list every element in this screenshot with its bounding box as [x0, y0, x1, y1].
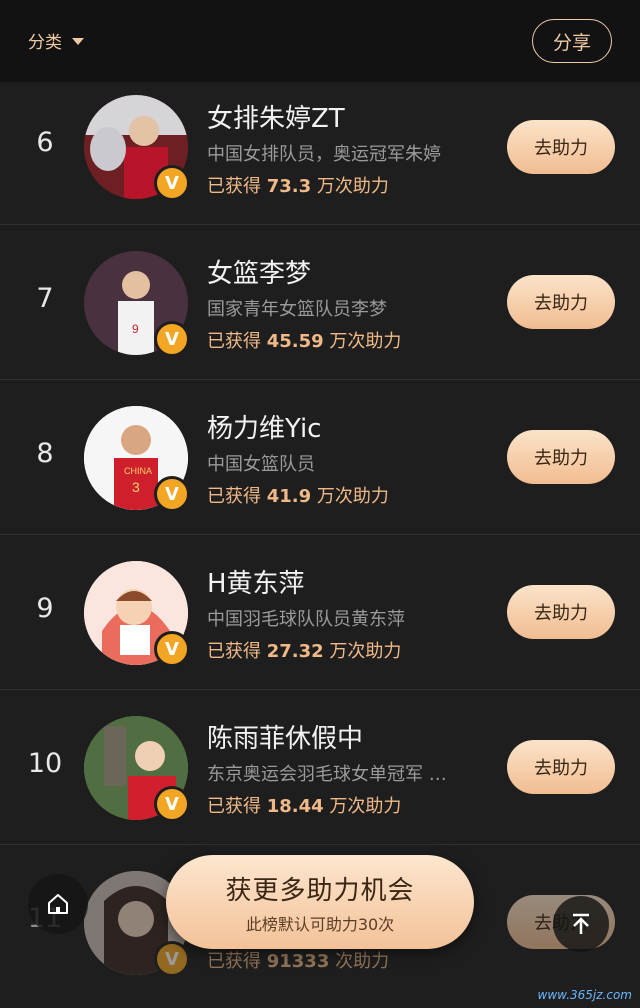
- user-description: 国家青年女篮队员李梦: [207, 299, 387, 320]
- arrow-up-icon: [573, 913, 589, 934]
- verified-v-icon: V: [154, 941, 190, 977]
- vote-count: 已获得 91333 次助力: [207, 951, 390, 972]
- svg-text:3: 3: [132, 479, 140, 495]
- category-dropdown[interactable]: 分类: [28, 28, 84, 53]
- svg-text:CHINA: CHINA: [124, 466, 152, 476]
- list-item: 6 V 女排朱婷ZT 中国女排队员，奥运冠军朱婷 已获得 73.3 万次助力 去…: [0, 82, 640, 225]
- help-button[interactable]: 去助力: [507, 585, 615, 639]
- get-more-help-title: 获更多助力机会: [225, 875, 415, 906]
- user-description: 东京奥运会羽毛球女单冠军 …: [207, 764, 447, 785]
- rank-number: 6: [36, 127, 54, 158]
- user-description: 中国女篮队员: [207, 454, 315, 475]
- list-item: 8 CHINA 3 V 杨力维Yic 中国女篮队员 已获得 41.9 万次助力 …: [0, 380, 640, 535]
- user-name[interactable]: 女篮李梦: [207, 253, 311, 290]
- rank-number: 9: [36, 593, 54, 624]
- user-name[interactable]: 女排朱婷ZT: [207, 98, 345, 135]
- verified-v-icon: V: [154, 786, 190, 822]
- user-name[interactable]: H黄东萍: [207, 563, 305, 600]
- rank-number: 8: [36, 438, 54, 469]
- vote-count: 已获得 41.9 万次助力: [207, 486, 389, 507]
- list-item: 10 V 陈雨菲休假中 东京奥运会羽毛球女单冠军 … 已获得 18.44 万次助…: [0, 690, 640, 845]
- vote-count: 已获得 73.3 万次助力: [207, 176, 389, 197]
- top-bar: 分类 分享: [0, 0, 640, 82]
- get-more-help-subtitle: 此榜默认可助力30次: [245, 914, 395, 934]
- home-icon: [48, 894, 68, 914]
- verified-v-icon: V: [154, 165, 190, 201]
- rank-number: 10: [27, 748, 63, 779]
- help-button[interactable]: 去助力: [507, 430, 615, 484]
- category-label: 分类: [28, 33, 62, 53]
- caret-down-icon: [72, 38, 84, 45]
- home-button[interactable]: [28, 874, 88, 934]
- verified-v-icon: V: [154, 321, 190, 357]
- vote-count: 已获得 45.59 万次助力: [207, 331, 402, 352]
- vote-count: 已获得 18.44 万次助力: [207, 796, 402, 817]
- scroll-to-top-button[interactable]: [553, 896, 609, 952]
- user-name[interactable]: 杨力维Yic: [207, 408, 321, 445]
- vote-count: 已获得 27.32 万次助力: [207, 641, 402, 662]
- rank-number: 7: [36, 283, 54, 314]
- help-button[interactable]: 去助力: [507, 120, 615, 174]
- watermark: www.365jz.com: [537, 988, 632, 1002]
- get-more-help-button[interactable]: 获更多助力机会 此榜默认可助力30次: [166, 855, 474, 949]
- help-button[interactable]: 去助力: [507, 275, 615, 329]
- share-button[interactable]: 分享: [532, 19, 612, 63]
- svg-text:9: 9: [132, 322, 139, 336]
- user-name[interactable]: 陈雨菲休假中: [207, 718, 363, 755]
- user-description: 中国羽毛球队队员黄东萍: [207, 609, 405, 630]
- verified-v-icon: V: [154, 476, 190, 512]
- list-item: 7 9 V 女篮李梦 国家青年女篮队员李梦 已获得 45.59 万次助力 去助力: [0, 225, 640, 380]
- list-item: 9 V H黄东萍 中国羽毛球队队员黄东萍 已获得 27.32 万次助力 去助力: [0, 535, 640, 690]
- verified-v-icon: V: [154, 631, 190, 667]
- user-description: 中国女排队员，奥运冠军朱婷: [207, 144, 441, 165]
- help-button[interactable]: 去助力: [507, 740, 615, 794]
